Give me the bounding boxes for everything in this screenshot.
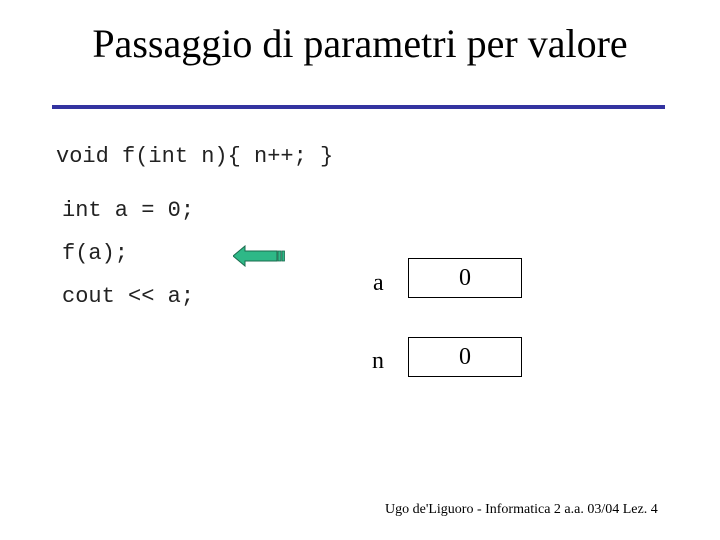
slide-footer: Ugo de'Liguoro - Informatica 2 a.a. 03/0… <box>385 502 658 517</box>
code-line-declaration: int a = 0; <box>62 198 195 223</box>
function-definition: void f(int n){ n++; } <box>56 144 334 169</box>
variable-value-a: 0 <box>459 264 471 291</box>
left-arrow-icon <box>233 245 285 267</box>
code-line-output: cout << a; <box>62 284 195 309</box>
variable-box-n: 0 <box>408 337 522 377</box>
title-divider <box>52 105 665 109</box>
code-line-call: f(a); <box>62 241 129 266</box>
variable-value-n: 0 <box>459 343 471 370</box>
variable-label-n: n <box>372 348 384 374</box>
variable-box-a: 0 <box>408 258 522 298</box>
variable-label-a: a <box>373 270 384 296</box>
slide-title: Passaggio di parametri per valore <box>92 21 628 66</box>
